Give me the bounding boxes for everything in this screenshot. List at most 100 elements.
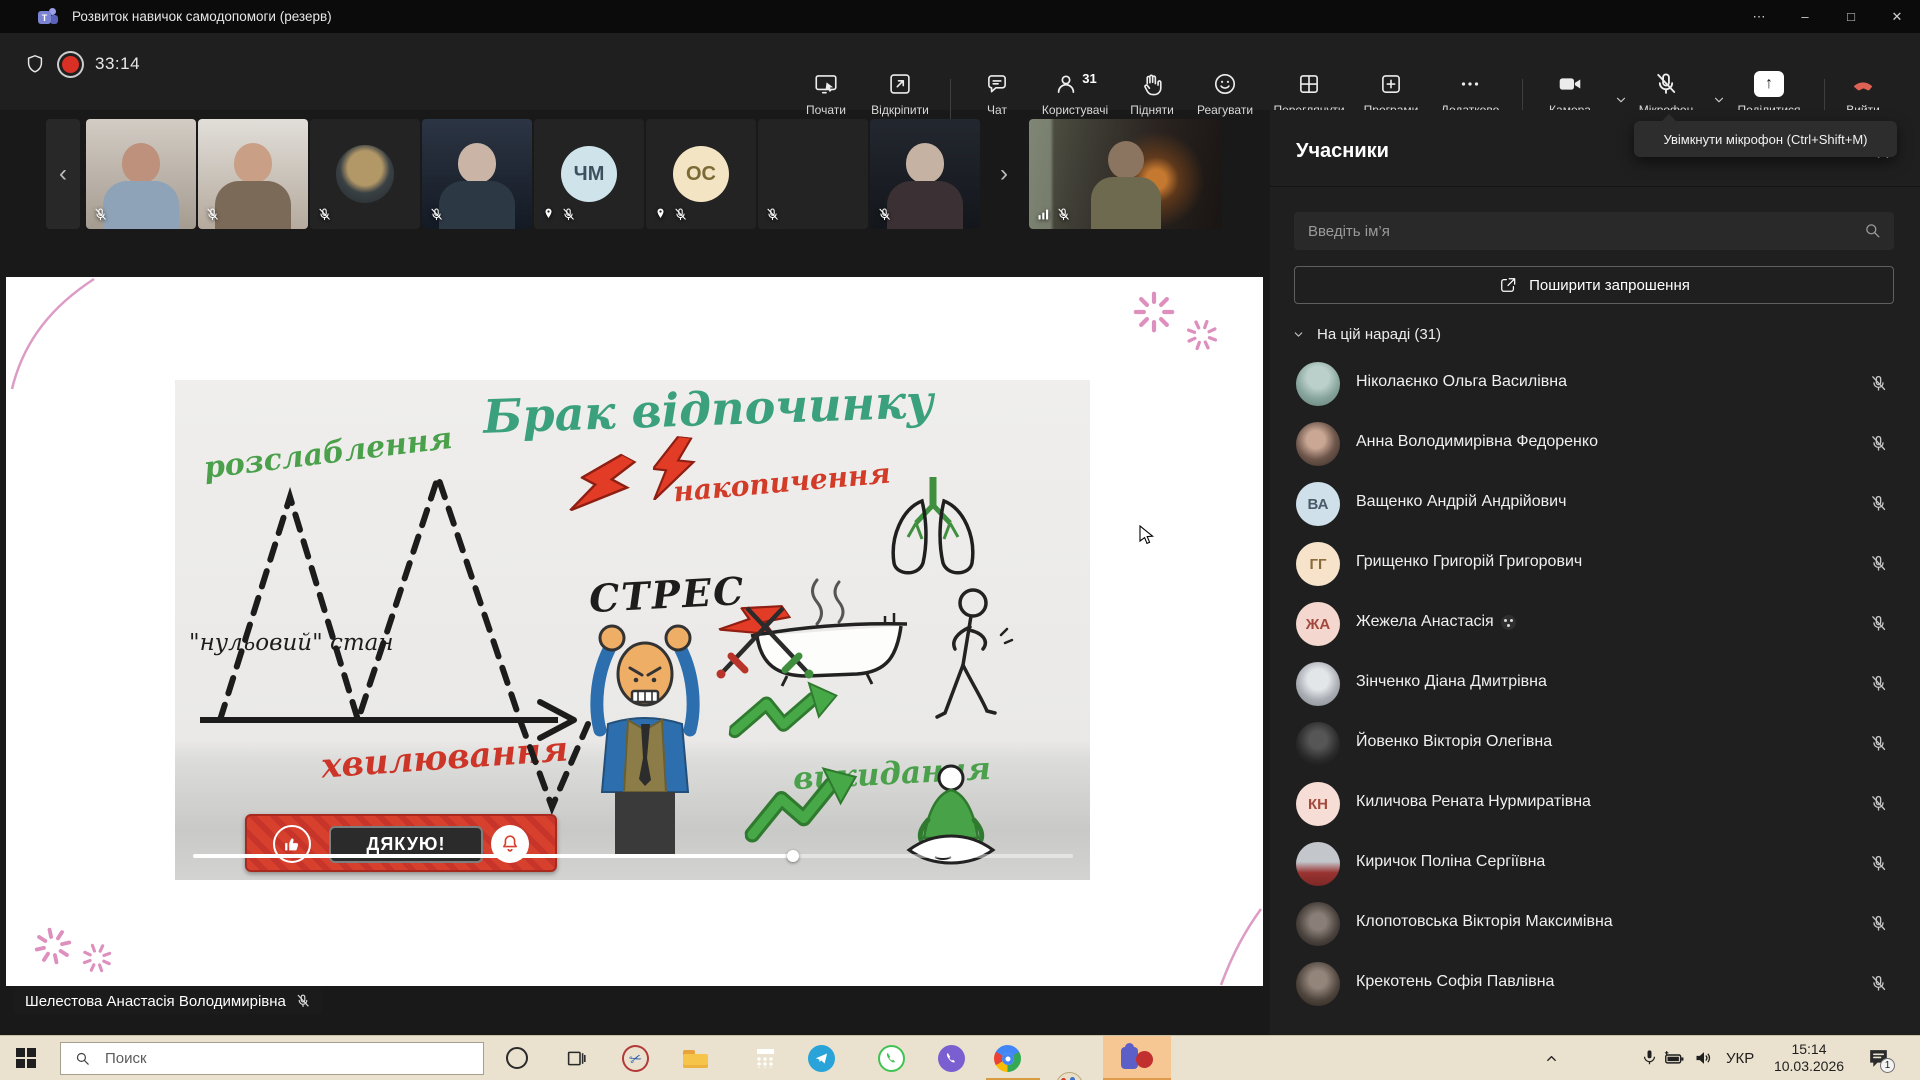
video-progress-bar[interactable]: [193, 854, 1073, 858]
participant-name: Крекотень Софія Павлівна: [1356, 973, 1554, 991]
tile-status-badges: [93, 207, 108, 222]
participant-row[interactable]: ВАВащенко Андрій Андрійович: [1270, 474, 1920, 534]
tray-microphone-icon[interactable]: [1640, 1048, 1659, 1072]
battery-icon[interactable]: [1663, 1048, 1686, 1074]
smiley-icon: [1212, 71, 1238, 97]
participant-count-badge: 31: [1082, 71, 1096, 86]
pink-arc-decoration: [6, 277, 98, 392]
video-progress-fill: [193, 854, 793, 858]
paint-icon[interactable]: [1056, 1072, 1083, 1080]
mic-muted-icon: [1653, 71, 1679, 97]
panel-title: Учасники: [1296, 140, 1389, 163]
slide-title: Брак відпочинку: [482, 380, 934, 444]
taskbar-search-box[interactable]: [60, 1042, 484, 1075]
mic-muted-icon: [1869, 914, 1888, 933]
video-tile[interactable]: [198, 119, 308, 229]
minimize-icon[interactable]: –: [1782, 0, 1828, 33]
video-tile[interactable]: [86, 119, 196, 229]
sparkle-icon: [74, 935, 119, 980]
share-screen-icon: [813, 71, 839, 97]
video-tile[interactable]: ЧМ: [534, 119, 644, 229]
date: 10.03.2026: [1774, 1058, 1844, 1074]
participant-row[interactable]: Клопотовська Вікторія Максимівна: [1270, 894, 1920, 954]
ellipsis-icon: [1457, 71, 1483, 97]
video-tile[interactable]: [310, 119, 420, 229]
tile-status-badges: [765, 207, 780, 222]
participant-row[interactable]: Киричок Поліна Сергіївна: [1270, 834, 1920, 894]
mic-muted-icon: [1869, 974, 1888, 993]
participant-name: Киричок Поліна Сергіївна: [1356, 853, 1545, 871]
filmstrip-prev-button[interactable]: ‹: [46, 119, 80, 229]
start-button-icon[interactable]: [16, 1048, 37, 1069]
in-meeting-section-header[interactable]: На цій нараді (31): [1292, 320, 1441, 348]
filmstrip-next-button[interactable]: ›: [986, 119, 1022, 229]
participant-row[interactable]: Крекотень Софія Павлівна: [1270, 954, 1920, 1014]
mic-off-icon: [877, 207, 892, 222]
participant-row[interactable]: Ніколаєнко Ольга Василівна: [1270, 354, 1920, 414]
share-invite-button[interactable]: Поширити запрошення: [1294, 266, 1894, 304]
teams-meeting-window: T Розвиток навичок самодопомоги (резерв)…: [0, 0, 1920, 1080]
video-tile[interactable]: [870, 119, 980, 229]
participant-row[interactable]: Зінченко Діана Дмитрівна: [1270, 654, 1920, 714]
chrome-icon[interactable]: [994, 1045, 1021, 1072]
participant-name: Ващенко Андрій Андрійович: [1356, 493, 1566, 511]
avatar: [1296, 362, 1340, 406]
mouse-cursor: [1139, 525, 1157, 545]
teams-taskbar-button[interactable]: [1103, 1036, 1171, 1080]
avatar: [1296, 902, 1340, 946]
raised-hand-icon: [1139, 71, 1165, 97]
button-label: Поширити запрошення: [1529, 277, 1690, 294]
mic-muted-icon: [1869, 734, 1888, 753]
signal-icon: [1036, 207, 1051, 222]
viber-icon[interactable]: [938, 1045, 965, 1072]
mic-muted-icon: [1869, 854, 1888, 873]
video-tile[interactable]: [758, 119, 868, 229]
sparkle-icon: [1131, 289, 1177, 335]
whatsapp-icon[interactable]: [878, 1045, 905, 1072]
hang-up-icon: [1848, 71, 1878, 97]
taskbar-clock[interactable]: 15:14 10.03.2026: [1762, 1041, 1856, 1075]
tile-status-badges: [205, 207, 220, 222]
presentation-slide[interactable]: Брак відпочинку розслаблення накопичення…: [175, 380, 1090, 880]
video-progress-handle[interactable]: [787, 850, 799, 862]
cortana-icon[interactable]: [506, 1047, 528, 1069]
participants-panel: Учасники Поширити запрошення На цій нара…: [1270, 110, 1920, 1035]
window-menu-icon[interactable]: ⋯: [1736, 0, 1782, 33]
close-icon[interactable]: ✕: [1874, 0, 1920, 33]
sparkle-icon: [1179, 312, 1225, 358]
button-label: Користувачі: [1042, 103, 1108, 117]
meeting-toolbar: 33:14 Почати Відкріпити Чат 31 Користува…: [0, 33, 1920, 110]
button-label: Реагувати: [1197, 103, 1253, 117]
snipping-tool-icon[interactable]: ✂: [618, 1041, 652, 1075]
maximize-icon[interactable]: □: [1828, 0, 1874, 33]
mic-tooltip: Увімкнути мікрофон (Ctrl+Shift+M): [1634, 121, 1897, 157]
avatar: [784, 145, 842, 203]
task-view-icon[interactable]: [566, 1048, 587, 1069]
search-input[interactable]: [1294, 212, 1894, 250]
volume-icon[interactable]: [1694, 1048, 1714, 1073]
teams-logo-icon: T: [38, 8, 58, 25]
participant-row[interactable]: ГГГрищенко Григорій Григорович: [1270, 534, 1920, 594]
avatar: ЧМ: [561, 146, 617, 202]
presenter-name-label: Шелестова Анастасія Володимирівна: [14, 988, 322, 1014]
video-tile[interactable]: [422, 119, 532, 229]
taskbar-search-input[interactable]: [103, 1049, 433, 1068]
language-indicator[interactable]: УКР: [1726, 1050, 1754, 1067]
participant-row[interactable]: ЖАЖежела Анастасія: [1270, 594, 1920, 654]
meeting-status: 33:14: [24, 53, 140, 75]
green-zigzag-arrow-icon: [727, 671, 840, 760]
participant-row[interactable]: Йовенко Вікторія Олегівна: [1270, 714, 1920, 774]
active-speaker-tile[interactable]: [1029, 119, 1222, 229]
telegram-icon[interactable]: [808, 1045, 835, 1072]
tray-expand-chevron-icon[interactable]: [1544, 1051, 1559, 1066]
camera-icon: [1557, 71, 1583, 97]
sparkle-icon: [28, 921, 78, 971]
teams-recording-icon: [1121, 1045, 1153, 1072]
avatar: ОС: [673, 146, 729, 202]
participant-row[interactable]: Анна Володимирівна Федоренко: [1270, 414, 1920, 474]
mic-options-chevron-icon[interactable]: [1712, 93, 1726, 107]
video-tile[interactable]: ОС: [646, 119, 756, 229]
participant-search-field[interactable]: [1294, 212, 1894, 250]
participant-row[interactable]: КНКиличова Рената Нурмиратівна: [1270, 774, 1920, 834]
people-icon: [1053, 71, 1079, 97]
